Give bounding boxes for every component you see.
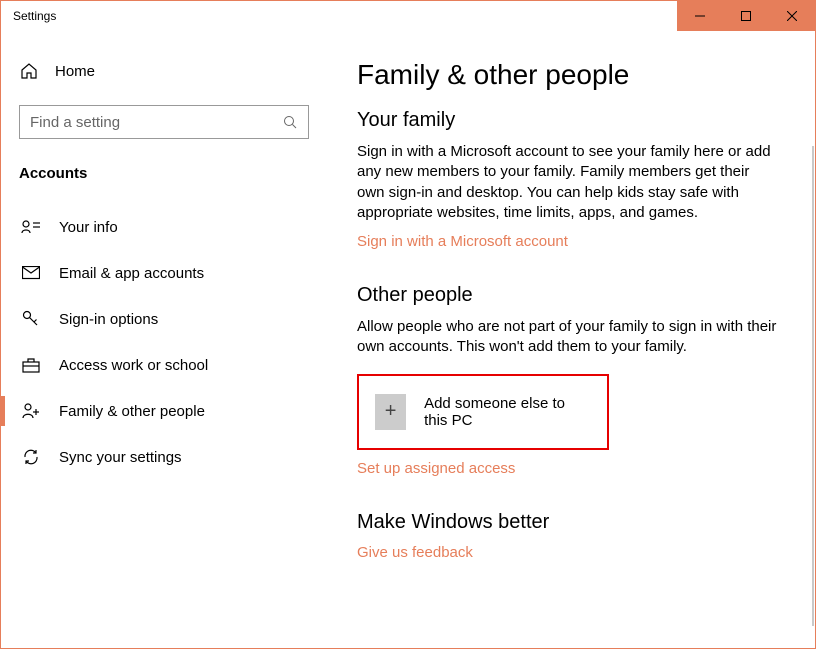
- nav-list: Your info Email & app accounts Sign-in o…: [19, 204, 321, 480]
- titlebar: Settings: [1, 1, 815, 31]
- nav-label: Email & app accounts: [59, 265, 204, 282]
- key-icon: [21, 310, 41, 328]
- other-desc: Allow people who are not part of your fa…: [357, 317, 779, 358]
- better-heading: Make Windows better: [357, 511, 779, 534]
- scrollbar[interactable]: [812, 146, 814, 626]
- window-controls: [677, 1, 815, 31]
- nav-signin-options[interactable]: Sign-in options: [19, 296, 321, 342]
- close-button[interactable]: [769, 1, 815, 31]
- nav-your-info[interactable]: Your info: [19, 204, 321, 250]
- nav-label: Access work or school: [59, 357, 208, 374]
- close-icon: [787, 11, 797, 21]
- nav-label: Sync your settings: [59, 449, 182, 466]
- maximize-button[interactable]: [723, 1, 769, 31]
- home-icon: [19, 62, 39, 80]
- nav-email-accounts[interactable]: Email & app accounts: [19, 250, 321, 296]
- person-card-icon: [21, 219, 41, 235]
- maximize-icon: [741, 11, 751, 21]
- assigned-access-link[interactable]: Set up assigned access: [357, 460, 779, 477]
- family-heading: Your family: [357, 109, 779, 132]
- other-heading: Other people: [357, 284, 779, 307]
- nav-family-other[interactable]: Family & other people: [19, 388, 321, 434]
- search-placeholder: Find a setting: [30, 114, 120, 131]
- minimize-button[interactable]: [677, 1, 723, 31]
- home-nav[interactable]: Home: [19, 49, 321, 93]
- nav-label: Family & other people: [59, 403, 205, 420]
- nav-label: Your info: [59, 219, 118, 236]
- page-title: Family & other people: [357, 59, 779, 91]
- family-desc: Sign in with a Microsoft account to see …: [357, 142, 779, 223]
- category-heading: Accounts: [19, 165, 321, 182]
- mail-icon: [21, 266, 41, 280]
- home-label: Home: [55, 63, 95, 80]
- search-icon: [283, 115, 298, 130]
- feedback-link[interactable]: Give us feedback: [357, 544, 779, 561]
- sidebar: Home Find a setting Accounts Your info E…: [1, 31, 321, 648]
- nav-sync-settings[interactable]: Sync your settings: [19, 434, 321, 480]
- search-input[interactable]: Find a setting: [19, 105, 309, 139]
- signin-microsoft-link[interactable]: Sign in with a Microsoft account: [357, 233, 779, 250]
- plus-icon: +: [375, 394, 406, 430]
- briefcase-icon: [21, 357, 41, 373]
- main-panel: Family & other people Your family Sign i…: [321, 31, 815, 648]
- people-add-icon: [21, 402, 41, 420]
- nav-label: Sign-in options: [59, 311, 158, 328]
- window-title: Settings: [1, 9, 677, 23]
- add-someone-button[interactable]: + Add someone else to this PC: [357, 374, 609, 450]
- nav-work-school[interactable]: Access work or school: [19, 342, 321, 388]
- minimize-icon: [695, 11, 705, 21]
- sync-icon: [21, 448, 41, 466]
- add-someone-label: Add someone else to this PC: [424, 395, 591, 429]
